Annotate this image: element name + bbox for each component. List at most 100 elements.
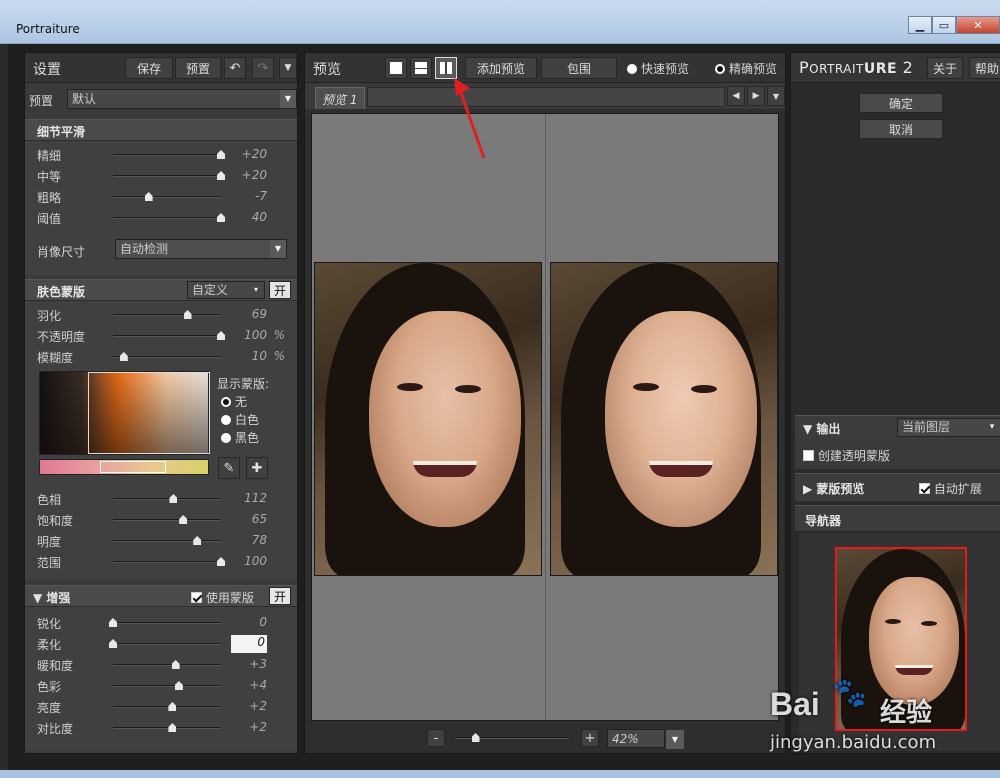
slider-track[interactable]: [113, 557, 225, 566]
slider-value[interactable]: +2: [227, 699, 267, 713]
zoom-slider[interactable]: [455, 733, 569, 742]
slider-thumb[interactable]: [168, 702, 177, 711]
slider-thumb[interactable]: [119, 352, 128, 361]
slider-track[interactable]: [113, 171, 225, 180]
slider-value[interactable]: -7: [227, 189, 267, 203]
slider-value[interactable]: +20: [227, 147, 267, 161]
enhance-toggle[interactable]: 开: [269, 587, 291, 605]
slider-thumb[interactable]: [217, 171, 225, 180]
slider-value[interactable]: 112: [227, 491, 267, 505]
tab-next-icon[interactable]: ▶: [747, 86, 765, 106]
slider-value[interactable]: 69: [227, 307, 267, 321]
about-button[interactable]: 关于: [927, 57, 963, 79]
color-range-box[interactable]: [88, 372, 210, 454]
slider-value[interactable]: 65: [227, 512, 267, 526]
slider-value[interactable]: 100: [227, 554, 267, 568]
use-mask-checkbox[interactable]: [191, 592, 202, 603]
slider-value[interactable]: 78: [227, 533, 267, 547]
mask-option[interactable]: 无: [221, 393, 247, 410]
slider-thumb[interactable]: [217, 557, 225, 566]
slider-track[interactable]: [113, 331, 225, 340]
skin-mode-select[interactable]: 自定义 ▾: [187, 281, 265, 299]
single-view-icon[interactable]: [385, 57, 407, 79]
slider-value[interactable]: 0: [227, 615, 267, 629]
slider-track[interactable]: [113, 192, 221, 201]
zoom-slider-thumb[interactable]: [471, 733, 480, 742]
slider-track[interactable]: [113, 702, 221, 711]
zoom-in-button[interactable]: +: [581, 729, 599, 747]
accurate-preview-radio[interactable]: [715, 64, 725, 74]
mask-radio[interactable]: [221, 433, 231, 443]
preset-button[interactable]: 预置: [175, 57, 221, 79]
zoom-out-button[interactable]: -: [427, 729, 445, 747]
redo-icon[interactable]: ↷: [252, 57, 274, 79]
ok-button[interactable]: 确定: [859, 93, 943, 113]
use-mask-option[interactable]: 使用蒙版: [191, 589, 254, 606]
collapse-arrow-icon[interactable]: ▼: [33, 591, 42, 605]
slider-track[interactable]: [113, 494, 221, 503]
slider-value[interactable]: +2: [227, 720, 267, 734]
skin-mask-toggle[interactable]: 开: [269, 281, 291, 299]
close-button[interactable]: ✕: [956, 16, 1000, 34]
slider-track[interactable]: [113, 310, 221, 319]
undo-icon[interactable]: ↶: [224, 57, 246, 79]
slider-track[interactable]: [113, 536, 221, 545]
preview-canvas[interactable]: [311, 113, 779, 721]
portrait-size-select[interactable]: 自动检测 ▼: [115, 239, 287, 259]
slider-value[interactable]: 0: [231, 635, 267, 653]
slider-value[interactable]: 40: [227, 210, 267, 224]
minimize-button[interactable]: ▁: [908, 16, 932, 34]
slider-value[interactable]: +20: [227, 168, 267, 182]
slider-thumb[interactable]: [217, 331, 225, 340]
split-horizontal-icon[interactable]: [410, 57, 432, 79]
mask-option[interactable]: 黑色: [221, 429, 259, 446]
preset-select[interactable]: 默认 ▼: [67, 89, 297, 109]
slider-thumb[interactable]: [174, 681, 183, 690]
slider-thumb[interactable]: [109, 639, 117, 648]
slider-track[interactable]: [113, 660, 221, 669]
output-select[interactable]: 当前图层 ▾: [897, 418, 1000, 437]
mask-option[interactable]: 白色: [221, 411, 259, 428]
slider-thumb[interactable]: [217, 150, 225, 159]
fast-preview-radio[interactable]: [627, 64, 637, 74]
slider-track[interactable]: [113, 150, 225, 159]
create-mask-checkbox[interactable]: [803, 450, 814, 461]
slider-thumb[interactable]: [169, 494, 178, 503]
slider-value[interactable]: 10: [227, 349, 267, 363]
slider-thumb[interactable]: [168, 723, 177, 732]
save-button[interactable]: 保存: [125, 57, 173, 79]
tab-menu-icon[interactable]: ▼: [767, 86, 785, 106]
slider-track[interactable]: [109, 618, 221, 627]
slider-thumb[interactable]: [193, 536, 202, 545]
create-mask-option[interactable]: 创建透明蒙版: [803, 447, 890, 464]
collapse-arrow-icon[interactable]: ▼: [803, 422, 812, 436]
slider-track[interactable]: [113, 213, 225, 222]
help-button[interactable]: 帮助: [969, 57, 1000, 79]
color-picker[interactable]: [39, 371, 210, 455]
slider-thumb[interactable]: [109, 618, 117, 627]
auto-expand-option[interactable]: 自动扩展: [919, 480, 982, 497]
zoom-select[interactable]: 42% ▼: [607, 729, 684, 749]
eyedropper-add-icon[interactable]: ✚: [246, 457, 268, 479]
slider-value[interactable]: 100: [227, 328, 267, 342]
mask-radio[interactable]: [221, 397, 231, 407]
slider-thumb[interactable]: [179, 515, 188, 524]
auto-expand-checkbox[interactable]: [919, 483, 930, 494]
menu-chevron-down-icon[interactable]: ▼: [279, 57, 297, 79]
slider-track[interactable]: [113, 515, 221, 524]
bracket-button[interactable]: 包围: [541, 57, 617, 79]
slider-thumb[interactable]: [171, 660, 180, 669]
slider-thumb[interactable]: [217, 213, 225, 222]
slider-value[interactable]: +4: [227, 678, 267, 692]
tab-preview-1[interactable]: 预览 1: [315, 87, 365, 109]
slider-value[interactable]: +3: [227, 657, 267, 671]
mask-preview-title[interactable]: ▶ 蒙版预览: [803, 480, 864, 497]
maximize-button[interactable]: ▭: [932, 16, 956, 34]
slider-track[interactable]: [109, 639, 221, 648]
slider-track[interactable]: [113, 723, 221, 732]
slider-track[interactable]: [113, 352, 221, 361]
tab-prev-icon[interactable]: ◀: [727, 86, 745, 106]
slider-thumb[interactable]: [183, 310, 192, 319]
accurate-preview-option[interactable]: 精确预览: [715, 60, 777, 77]
slider-thumb[interactable]: [144, 192, 153, 201]
